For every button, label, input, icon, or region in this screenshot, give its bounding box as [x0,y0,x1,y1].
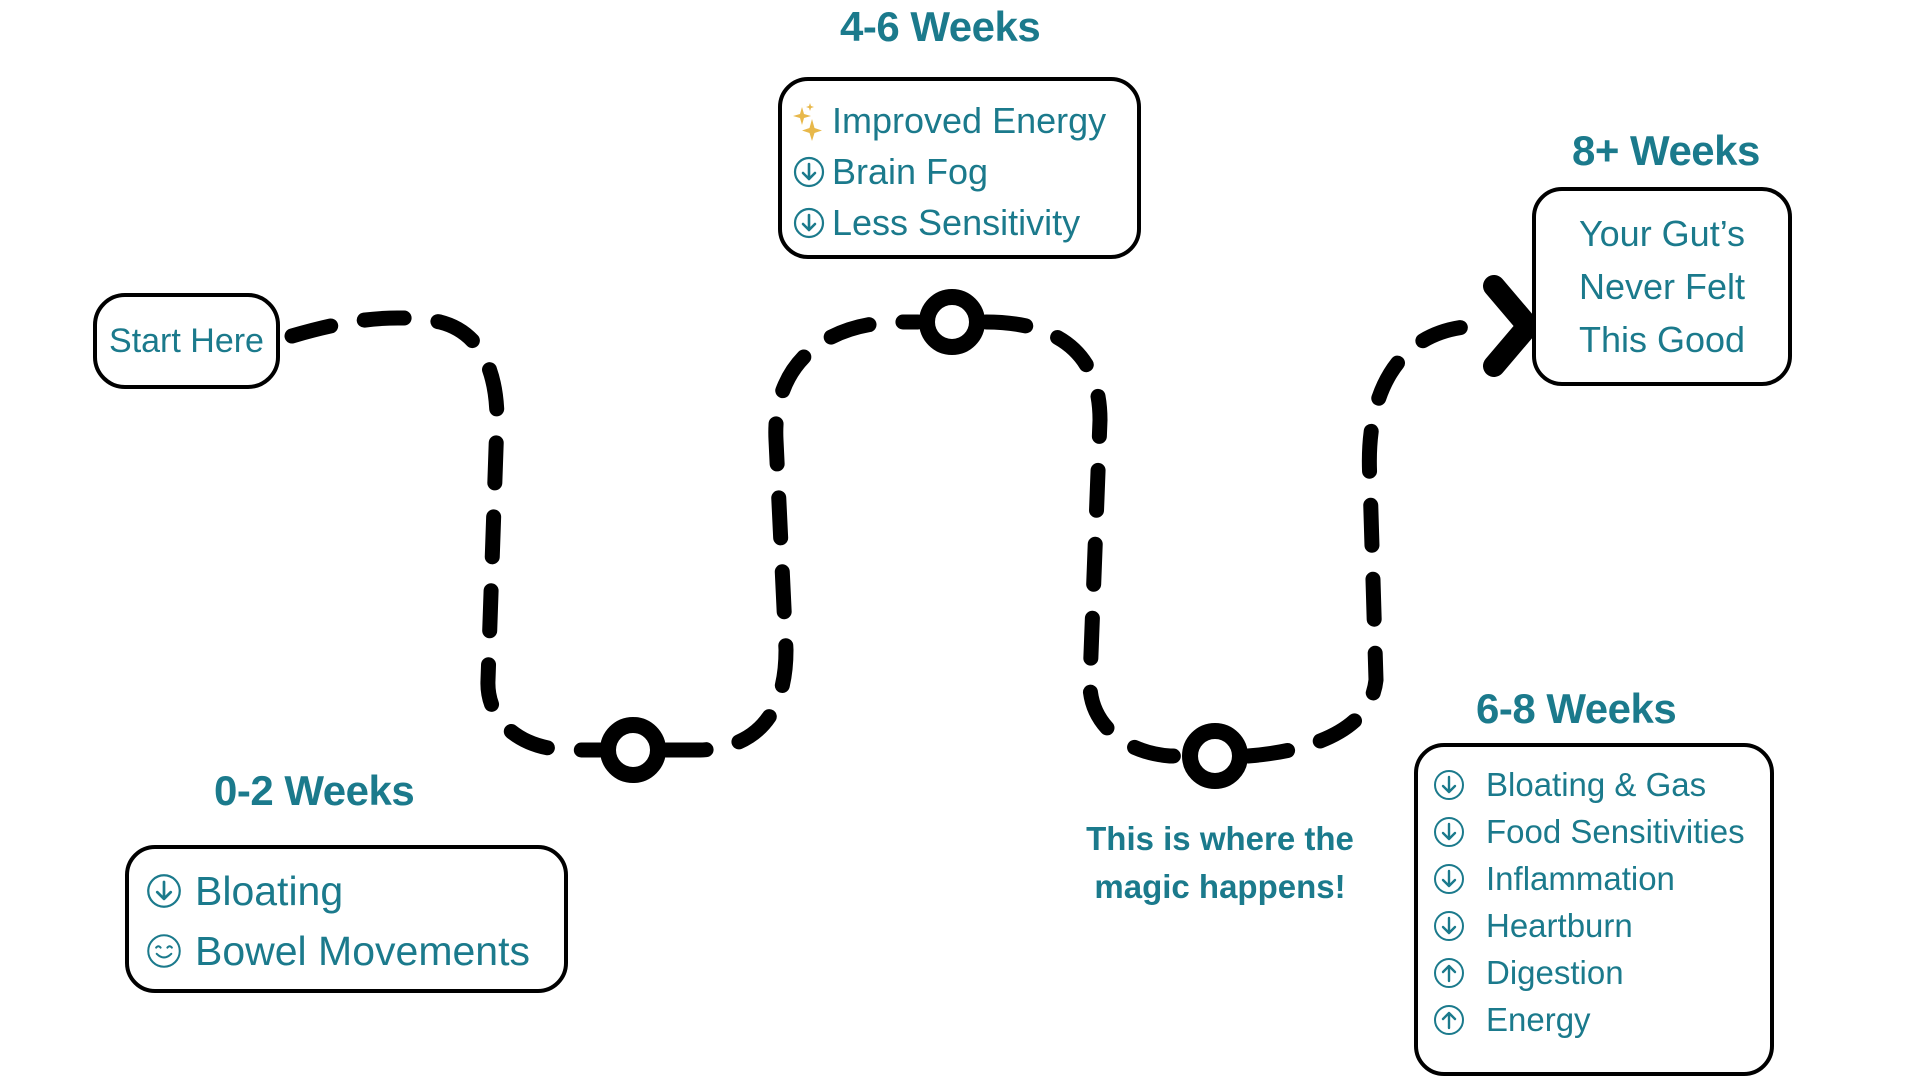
milestone-ring-4-6 [919,289,985,355]
arrow-down-circle-icon [1432,910,1466,942]
arrow-down-circle-icon [792,156,826,188]
stage-box-8-plus: Your Gut’s Never Felt This Good [1532,187,1792,386]
outcome-line: Never Felt [1578,266,1746,307]
list-item: Brain Fog [792,146,1137,197]
item-label: Food Sensitivities [1486,812,1745,850]
annotation-line: magic happens! [1094,868,1346,905]
magic-annotation: This is where the magic happens! [1070,815,1370,911]
item-label: Bowel Movements [195,927,530,974]
sparkles-icon [792,101,824,141]
start-here-box: Start Here [93,293,280,389]
arrow-down-circle-icon [1432,863,1466,895]
list-item: Food Sensitivities [1432,808,1770,855]
list-item: Less Sensitivity [792,197,1137,248]
outcome-line: This Good [1578,319,1746,360]
outcome-line: Your Gut’s [1578,213,1746,254]
arrow-down-circle-icon [145,873,183,909]
item-label: Digestion [1486,953,1624,991]
arrow-down-circle-icon [1432,769,1466,801]
stage-box-4-6: Improved Energy Brain Fog Less Sensitivi… [778,77,1141,259]
item-label: Energy [1486,1000,1591,1038]
stage-title-0-2: 0-2 Weeks [214,767,415,814]
list-item: Bloating & Gas [1432,761,1770,808]
stage-title-6-8: 6-8 Weeks [1476,685,1677,732]
item-label: Bloating & Gas [1486,765,1707,803]
list-item: Energy [1432,996,1770,1043]
milestone-ring-6-8 [1182,723,1248,789]
list-item: Bowel Movements [145,921,564,981]
stage-title-4-6: 4-6 Weeks [840,3,1041,50]
arrow-down-circle-icon [792,207,826,239]
item-label: Bloating [195,867,344,914]
smiley-icon [145,933,183,969]
stage-title-8-plus: 8+ Weeks [1572,127,1760,174]
item-label: Brain Fog [832,150,989,192]
stage-box-6-8: Bloating & Gas Food Sensitivities Inflam… [1414,743,1774,1076]
item-label: Improved Energy [832,99,1107,141]
milestone-ring-0-2 [600,717,666,783]
list-item: Bloating [145,861,564,921]
item-label: Less Sensitivity [832,201,1081,243]
arrow-up-circle-icon [1432,1004,1466,1036]
item-label: Inflammation [1486,859,1675,897]
list-item: Inflammation [1432,855,1770,902]
dashed-path [284,310,1486,764]
start-here-label: Start Here [109,321,264,360]
list-item: Heartburn [1432,902,1770,949]
list-item: Improved Energy [792,95,1137,146]
arrowhead-icon [1483,275,1539,377]
arrow-up-circle-icon [1432,957,1466,989]
item-label: Heartburn [1486,906,1633,944]
stage-box-0-2: Bloating Bowel Movements [125,845,568,993]
list-item: Digestion [1432,949,1770,996]
arrow-down-circle-icon [1432,816,1466,848]
annotation-line: This is where the [1086,820,1354,857]
